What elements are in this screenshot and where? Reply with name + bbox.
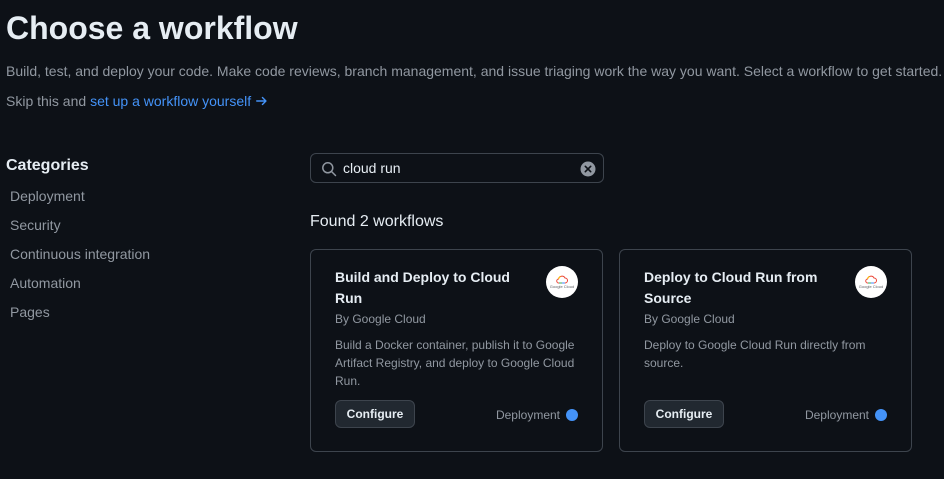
workflow-card: Build and Deploy to Cloud Run Google Clo… [310, 249, 603, 452]
category-continuous-integration[interactable]: Continuous integration [10, 244, 150, 273]
configure-button[interactable]: Configure [335, 400, 415, 428]
clear-search-icon[interactable] [580, 161, 596, 177]
workflow-card-title: Build and Deploy to Cloud Run [335, 269, 510, 306]
configure-button[interactable]: Configure [644, 400, 724, 428]
cloud-glyph-icon [556, 275, 568, 284]
search-icon [322, 162, 337, 177]
category-deployment[interactable]: Deployment [10, 186, 150, 215]
workflow-card-author: By Google Cloud [644, 312, 735, 326]
workflow-card: Deploy to Cloud Run from Source Google C… [619, 249, 912, 452]
workflow-chooser-page: Choose a workflow Build, test, and deplo… [0, 0, 944, 479]
cloud-glyph-icon [865, 275, 877, 284]
workflow-card-author: By Google Cloud [335, 312, 426, 326]
workflow-card-category: Deployment [496, 407, 578, 423]
category-pages[interactable]: Pages [10, 302, 150, 331]
category-label: Deployment [495, 408, 560, 422]
results-count: Found 2 workflows [310, 213, 444, 230]
workflow-card-category: Deployment [805, 407, 887, 423]
setup-workflow-yourself-link[interactable]: set up a workflow yourself [90, 93, 269, 109]
categories-heading: Categories [6, 157, 89, 174]
page-title: Choose a workflow [6, 10, 298, 46]
workflow-card-title: Deploy to Cloud Run from Source [644, 269, 818, 306]
logo-text: Google Cloud [549, 284, 575, 289]
setup-workflow-link-label: set up a workflow yourself [90, 93, 252, 109]
google-cloud-logo-icon: Google Cloud [855, 266, 887, 298]
category-security[interactable]: Security [10, 215, 150, 244]
workflow-card-description: Deploy to Google Cloud Run directly from… [644, 338, 866, 370]
page-description: Build, test, and deploy your code. Make … [6, 63, 943, 79]
category-dot [566, 409, 578, 421]
search-input[interactable] [343, 158, 573, 178]
skip-prefix: Skip this and [6, 93, 91, 109]
arrow-right-icon [256, 96, 267, 106]
workflow-card-description: Build a Docker container, publish it to … [335, 338, 575, 388]
skip-line: Skip this and set up a workflow yourself [6, 92, 269, 110]
google-cloud-logo-icon: Google Cloud [546, 266, 578, 298]
logo-text: Google Cloud [858, 284, 884, 289]
search-box [310, 153, 604, 183]
category-list: Deployment Security Continuous integrati… [10, 186, 150, 331]
category-automation[interactable]: Automation [10, 273, 150, 302]
category-dot [875, 409, 887, 421]
category-label: Deployment [804, 408, 869, 422]
